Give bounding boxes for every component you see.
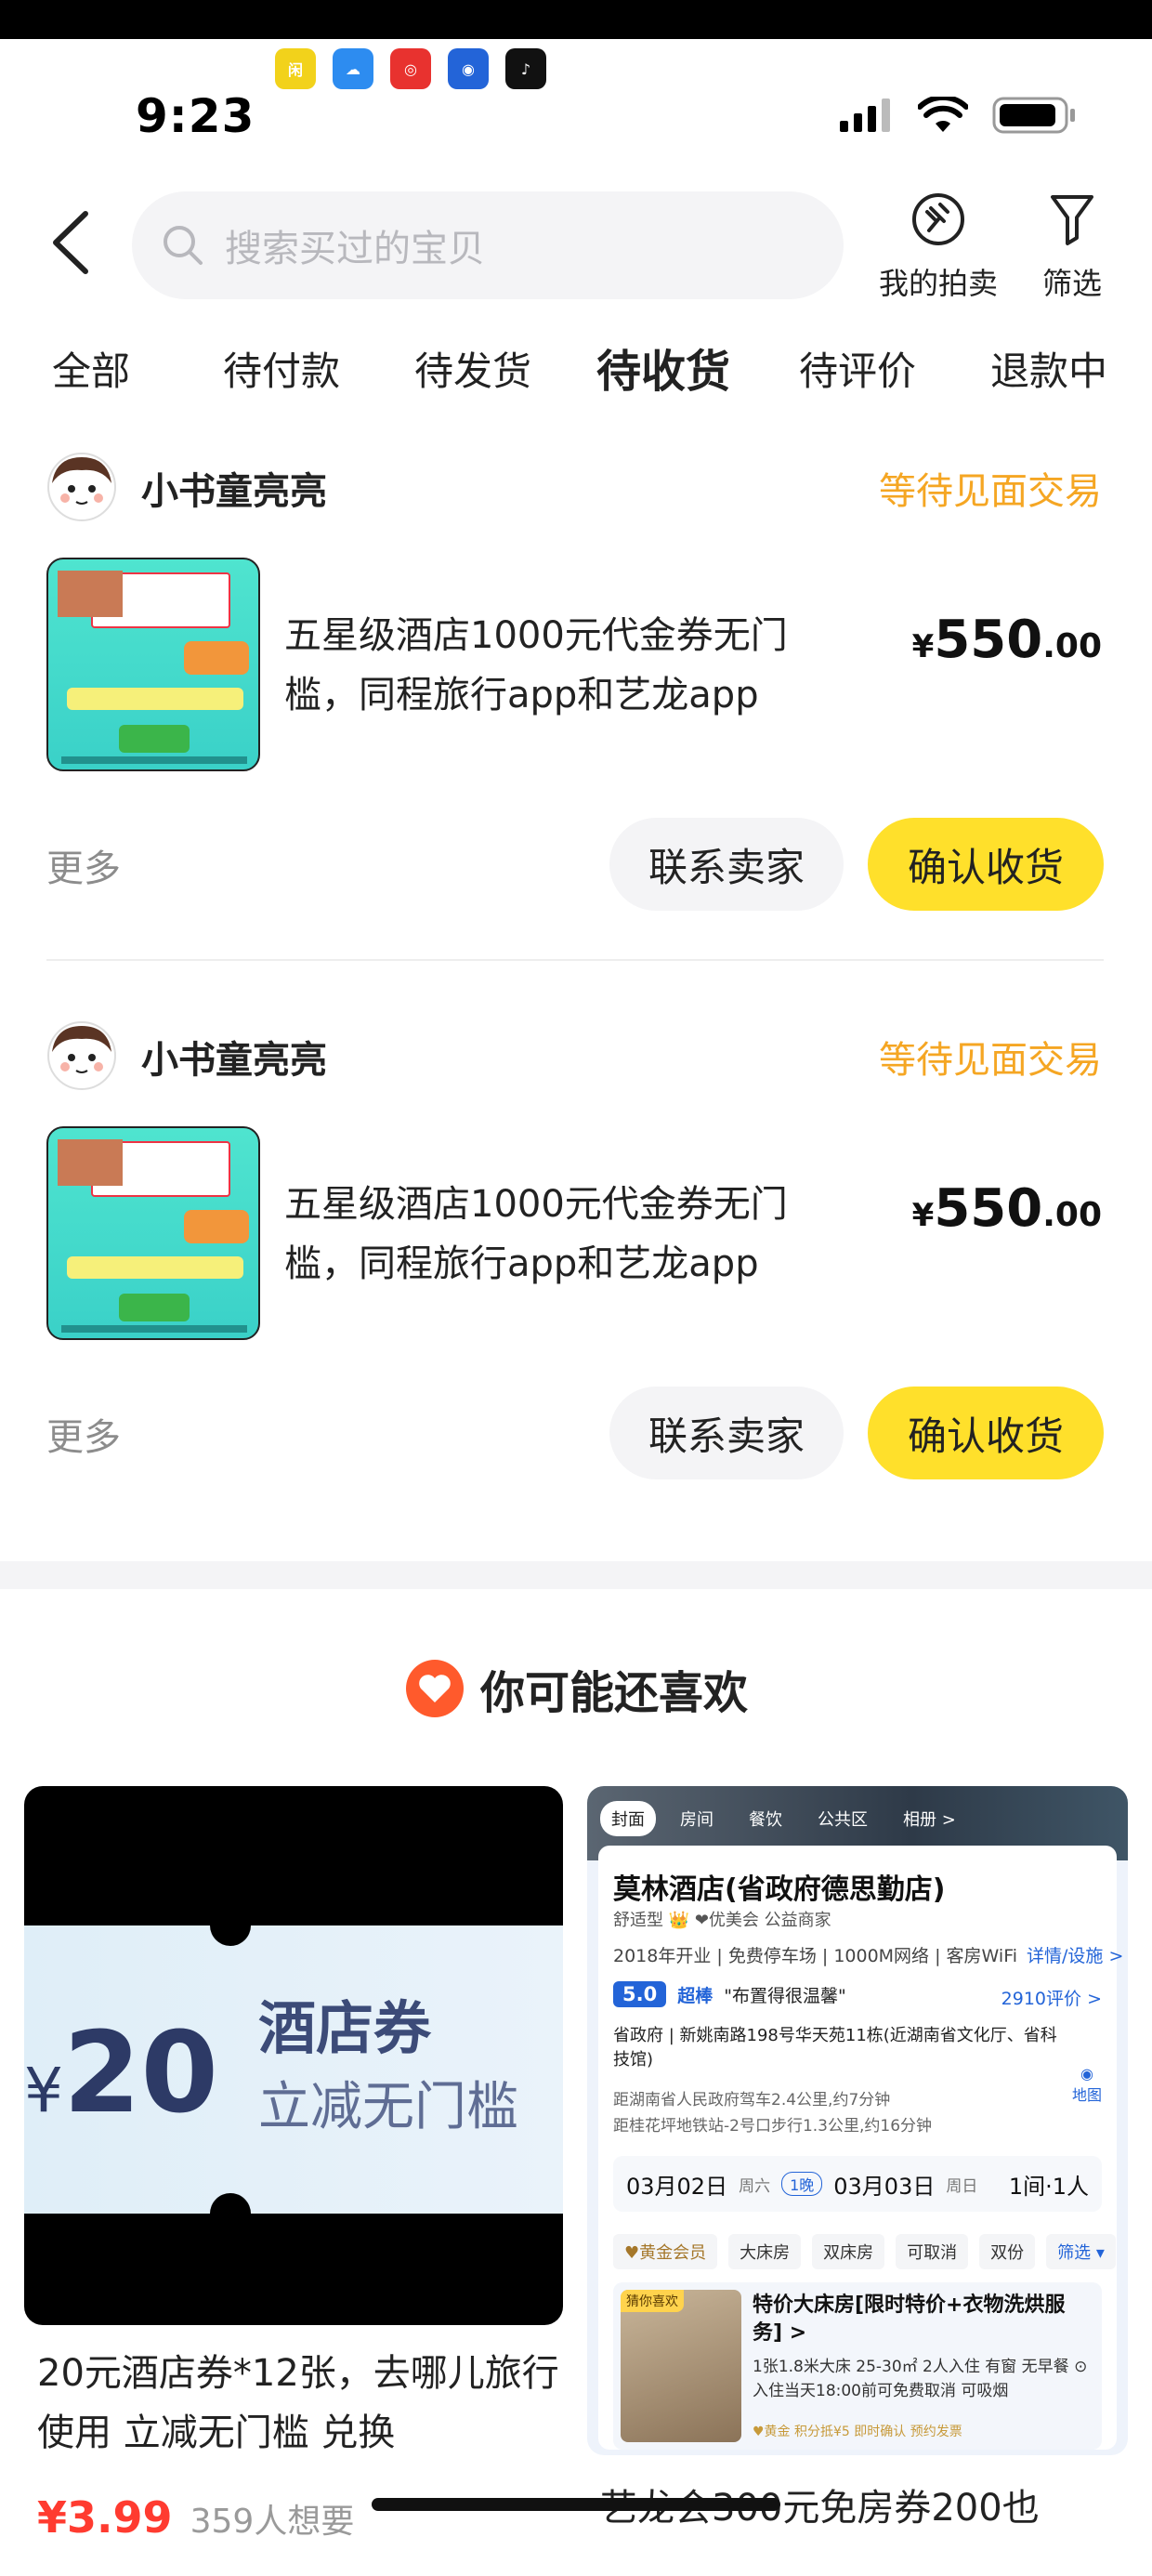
search-icon xyxy=(164,226,203,265)
product-price: ¥550.00 xyxy=(911,1178,1102,1239)
battery-icon xyxy=(992,97,1075,134)
hotel-dates: 03月02日 周六 1晚 03月03日 周日 1间·1人 xyxy=(613,2156,1102,2212)
app-icon-1: 闲 xyxy=(275,48,316,89)
status-time: 9:23 xyxy=(136,89,255,143)
seller-avatar[interactable] xyxy=(46,1020,117,1091)
search-placeholder: 搜索买过的宝贝 xyxy=(225,228,485,270)
confirm-receipt-button[interactable]: 确认收货 xyxy=(868,818,1104,911)
top-black-bar xyxy=(0,0,1152,39)
product-price: ¥550.00 xyxy=(911,610,1102,670)
hotel-address: 省政府 | 新姚南路198号华天苑11栋(近湖南省文化厅、省科技馆) xyxy=(613,2026,1057,2070)
recommend-header: 你可能还喜欢 xyxy=(0,1656,1152,1721)
order-status-tabs: 全部 待付款 待发货 待收货 待评价 退款中 xyxy=(0,340,1152,405)
wifi-icon xyxy=(918,97,968,132)
coupon-graphic: ¥20 酒店券 立减无门槛 xyxy=(24,1905,563,2234)
my-auction-label: 我的拍卖 xyxy=(879,266,999,301)
recommend-item-image[interactable]: ¥20 酒店券 立减无门槛 xyxy=(24,1786,563,2325)
auction-hammer-icon xyxy=(912,193,964,245)
order-card: 小书童亮亮 等待见面交易 五星级酒店1000元代金券无门槛，同程旅行app和艺龙… xyxy=(0,1011,1152,1531)
section-separator xyxy=(0,1561,1152,1589)
hotel-photo-tabs: 封面 房间 餐饮 公共区 相册 > xyxy=(600,1801,967,1836)
more-button[interactable]: 更多 xyxy=(46,838,121,892)
filter-label: 筛选 xyxy=(1042,266,1103,301)
order-status: 等待见面交易 xyxy=(879,1039,1102,1082)
coupon-line2: 立减无门槛 xyxy=(258,2077,518,2137)
seller-avatar[interactable] xyxy=(46,452,117,522)
status-indicators xyxy=(838,97,1078,134)
product-thumbnail[interactable] xyxy=(46,1126,260,1340)
seller-name[interactable]: 小书童亮亮 xyxy=(141,1030,327,1084)
my-auction-button[interactable]: 我的拍卖 xyxy=(879,191,998,303)
app-icon-3: ◎ xyxy=(390,48,431,89)
product-title[interactable]: 五星级酒店1000元代金券无门槛，同程旅行app和艺龙app xyxy=(284,606,842,725)
recommend-item-price: ¥3.99 xyxy=(37,2492,173,2543)
hotel-name: 莫林酒店(省政府德思勤店) xyxy=(613,1873,946,1906)
signal-icon xyxy=(840,99,890,132)
product-title[interactable]: 五星级酒店1000元代金券无门槛，同程旅行app和艺龙app xyxy=(284,1175,842,1294)
hotel-facilities: 2018年开业 | 免费停车场 | 1000M网络 | 客房WiFi 详情/设施 … xyxy=(613,1946,1124,1966)
tab-all[interactable]: 全部 xyxy=(52,340,130,397)
more-button[interactable]: 更多 xyxy=(46,1407,121,1461)
recommend-item-wants: 359人想要 xyxy=(190,2503,355,2541)
tab-pending-review[interactable]: 待评价 xyxy=(799,340,916,397)
hotel-reviews: 2910评价 > xyxy=(1001,1989,1102,2009)
tab-pending-receipt[interactable]: 待收货 xyxy=(593,335,735,400)
contact-seller-button[interactable]: 联系卖家 xyxy=(609,818,844,911)
tab-pending-shipment[interactable]: 待发货 xyxy=(414,340,531,397)
app-icon-2: ☁ xyxy=(333,48,373,89)
tab-pending-receipt-label: 待收货 xyxy=(596,346,731,398)
hotel-screenshot: 莫林酒店(省政府德思勤店) 舒适型 👑 ❤优美会 公益商家 2018年开业 | … xyxy=(598,1846,1123,2450)
filter-button[interactable]: 筛选 xyxy=(1042,191,1102,303)
hotel-subtitle: 舒适型 👑 ❤优美会 公益商家 xyxy=(613,1911,831,1930)
notification-app-icons: 闲 ☁ ◎ ◉ ♪ xyxy=(275,48,546,89)
back-button[interactable] xyxy=(48,210,93,275)
heart-icon xyxy=(405,1660,464,1717)
filter-funnel-icon xyxy=(1051,195,1093,245)
search-input[interactable]: 搜索买过的宝贝 xyxy=(132,191,844,299)
home-indicator xyxy=(372,2498,780,2511)
hotel-distance: 距湖南省人民政府驾车2.4公里,约7分钟 距桂花坪地铁站-2号口步行1.3公里,… xyxy=(613,2091,933,2136)
order-card: 小书童亮亮 等待见面交易 五星级酒店1000元代金券无门槛，同程旅行app和艺龙… xyxy=(0,442,1152,963)
order-status: 等待见面交易 xyxy=(879,470,1102,513)
hotel-room-card: 猜你喜欢 特价大床房[限时特价+衣物洗烘服务] > 1张1.8米大床 25-30… xyxy=(613,2282,1102,2450)
recommend-item-title[interactable]: 20元酒店券*12张，去哪儿旅行使用 立减无门槛 兑换 xyxy=(37,2344,567,2463)
map-icon: ◉ 地图 xyxy=(1071,2065,1102,2104)
seller-name[interactable]: 小书童亮亮 xyxy=(141,461,327,515)
hotel-filter-chips: ♥黄金会员 大床房 双床房 可取消 双份 筛选 ▾ xyxy=(613,2234,1116,2269)
product-thumbnail[interactable] xyxy=(46,558,260,771)
back-arrow-icon xyxy=(53,211,88,274)
recommend-title: 你可能还喜欢 xyxy=(479,1667,748,1719)
contact-seller-button[interactable]: 联系卖家 xyxy=(609,1387,844,1479)
confirm-receipt-button[interactable]: 确认收货 xyxy=(868,1387,1104,1479)
order-divider xyxy=(46,959,1104,961)
app-icon-5: ♪ xyxy=(505,48,546,89)
hotel-score: 5.0 超棒 "布置得很温馨" xyxy=(613,1981,846,2007)
coupon-amount: ¥20 xyxy=(24,2009,218,2138)
app-icon-4: ◉ xyxy=(448,48,489,89)
recommend-item-price-row: ¥3.99 359人想要 xyxy=(37,2492,354,2543)
tab-pending-payment[interactable]: 待付款 xyxy=(223,340,340,397)
tab-refunding[interactable]: 退款中 xyxy=(990,340,1107,397)
coupon-line1: 酒店券 xyxy=(258,1994,432,2062)
recommend-item-image[interactable]: 封面 房间 餐饮 公共区 相册 > 莫林酒店(省政府德思勤店) 舒适型 👑 ❤优… xyxy=(587,1786,1128,2455)
